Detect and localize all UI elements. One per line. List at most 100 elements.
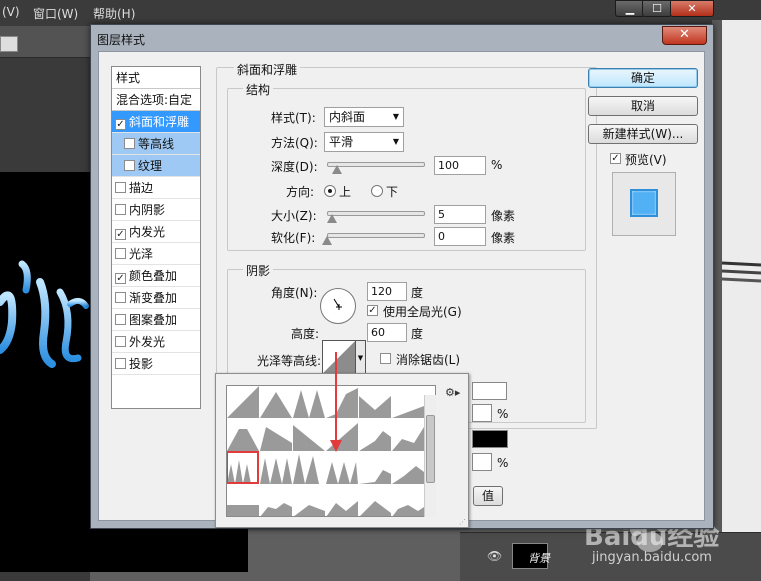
contour-scrollbar[interactable] (424, 395, 436, 517)
style-item-checkbox[interactable] (115, 273, 126, 284)
style-item-checkbox[interactable] (124, 138, 135, 149)
style-item-checkbox[interactable] (115, 248, 126, 259)
style-item-checkbox[interactable] (124, 160, 135, 171)
angle-dial[interactable] (320, 288, 356, 324)
depth-field[interactable]: 100 (434, 156, 486, 175)
visibility-eye-icon[interactable]: 👁 (487, 549, 502, 563)
style-item-checkbox[interactable] (115, 119, 126, 130)
resize-grip-icon[interactable]: ⋰ (459, 518, 466, 526)
style-item-3[interactable]: 纹理 (112, 155, 200, 177)
contour-preset-5[interactable] (359, 386, 391, 418)
antialias-label: 消除锯齿(L) (396, 353, 461, 367)
direction-down-radio[interactable] (371, 185, 383, 197)
soften-unit: 像素 (491, 231, 516, 245)
style-list-header[interactable]: 样式 (112, 67, 200, 89)
style-item-7[interactable]: 光泽 (112, 243, 200, 265)
contour-preset-1[interactable] (227, 386, 259, 418)
contour-preset-16[interactable] (326, 452, 358, 484)
contour-preset-24[interactable] (392, 485, 424, 516)
gloss-contour-dropdown-button[interactable]: ▼ (356, 340, 366, 374)
style-item-9[interactable]: 渐变叠加 (112, 287, 200, 309)
app-close-button[interactable]: ✕ (670, 0, 714, 17)
size-slider-thumb[interactable] (326, 214, 337, 223)
style-item-checkbox[interactable] (115, 182, 126, 193)
contour-preset-7[interactable] (227, 419, 259, 451)
style-item-checkbox[interactable] (115, 314, 126, 325)
depth-slider-thumb[interactable] (331, 165, 342, 174)
style-item-checkbox[interactable] (115, 204, 126, 215)
contour-preset-18[interactable] (392, 452, 424, 484)
style-item-6[interactable]: 内发光 (112, 221, 200, 243)
contour-preset-2[interactable] (260, 386, 292, 418)
tool-preset-picker[interactable] (0, 36, 18, 52)
maximize-button[interactable]: ☐ (642, 0, 672, 17)
ok-button[interactable]: 确定 (588, 68, 698, 88)
shadow-color-swatch[interactable] (472, 430, 508, 448)
size-slider[interactable] (327, 211, 425, 216)
contour-preset-12[interactable] (392, 419, 424, 451)
altitude-label: 高度: (291, 327, 320, 341)
contour-curve-icon (392, 386, 424, 418)
gear-icon[interactable]: ⚙▸ (445, 386, 460, 399)
highlight-opacity-field[interactable] (472, 382, 507, 400)
contour-preset-9[interactable] (293, 419, 325, 451)
contour-scrollbar-thumb[interactable] (426, 415, 435, 483)
antialias-checkbox[interactable] (380, 353, 391, 364)
soften-slider[interactable] (327, 233, 425, 238)
style-item-10[interactable]: 图案叠加 (112, 309, 200, 331)
size-field[interactable]: 5 (434, 205, 486, 224)
soften-field[interactable]: 0 (434, 227, 486, 246)
contour-preset-14[interactable] (260, 452, 292, 484)
contour-preset-15[interactable] (293, 452, 325, 484)
shadow-opacity-unit: % (497, 456, 509, 470)
global-light-checkbox[interactable] (367, 305, 378, 316)
blending-options-item[interactable]: 混合选项:自定 (112, 89, 200, 111)
style-item-8[interactable]: 颜色叠加 (112, 265, 200, 287)
menu-view[interactable]: (V) (2, 5, 20, 19)
minimize-button[interactable]: ▁ (615, 0, 645, 17)
style-item-12[interactable]: 投影 (112, 353, 200, 375)
angle-field[interactable]: 120 (367, 282, 407, 301)
menu-window[interactable]: 窗口(W) (33, 5, 78, 22)
direction-up-radio[interactable] (324, 185, 336, 197)
style-item-checkbox[interactable] (115, 358, 126, 369)
contour-preset-11[interactable] (359, 419, 391, 451)
shading-title: 阴影 (243, 262, 274, 279)
contour-preset-20[interactable] (260, 485, 292, 516)
cancel-button[interactable]: 取消 (588, 96, 698, 116)
style-item-checkbox[interactable] (115, 336, 126, 347)
contour-preset-22[interactable] (326, 485, 358, 516)
style-item-11[interactable]: 外发光 (112, 331, 200, 353)
contour-curve-icon (392, 485, 424, 516)
contour-preset-21[interactable] (293, 485, 325, 516)
contour-preset-17[interactable] (359, 452, 391, 484)
window-controls: ▁ ☐ ✕ (615, 0, 761, 18)
style-preview (612, 172, 676, 236)
style-item-checkbox[interactable] (115, 229, 126, 240)
bevel-style-dropdown[interactable]: 内斜面 ▼ (324, 107, 404, 127)
new-style-button[interactable]: 新建样式(W)... (588, 124, 698, 144)
right-panel-artwork (722, 261, 761, 283)
style-item-4[interactable]: 描边 (112, 177, 200, 199)
altitude-field[interactable]: 60 (367, 323, 407, 342)
soften-slider-thumb[interactable] (322, 236, 332, 245)
contour-preset-3[interactable] (293, 386, 325, 418)
contour-preset-6[interactable] (392, 386, 424, 418)
reset-default-button[interactable]: 值 (473, 486, 503, 506)
highlight-opacity-partial[interactable] (472, 404, 492, 422)
technique-dropdown[interactable]: 平滑 ▼ (324, 132, 404, 152)
contour-preset-8[interactable] (260, 419, 292, 451)
dialog-close-button[interactable]: ✕ (662, 26, 707, 45)
style-item-1[interactable]: 斜面和浮雕 (112, 111, 200, 133)
preview-checkbox[interactable] (610, 153, 621, 164)
style-item-label: 描边 (129, 181, 154, 195)
contour-preset-19[interactable] (227, 485, 259, 516)
style-item-5[interactable]: 内阴影 (112, 199, 200, 221)
contour-preset-23[interactable] (359, 485, 391, 516)
contour-curve-icon (293, 419, 325, 451)
highlight-opacity-unit: % (497, 407, 509, 421)
style-item-2[interactable]: 等高线 (112, 133, 200, 155)
menu-help[interactable]: 帮助(H) (93, 5, 135, 22)
style-item-checkbox[interactable] (115, 292, 126, 303)
shadow-opacity-field[interactable] (472, 453, 492, 471)
